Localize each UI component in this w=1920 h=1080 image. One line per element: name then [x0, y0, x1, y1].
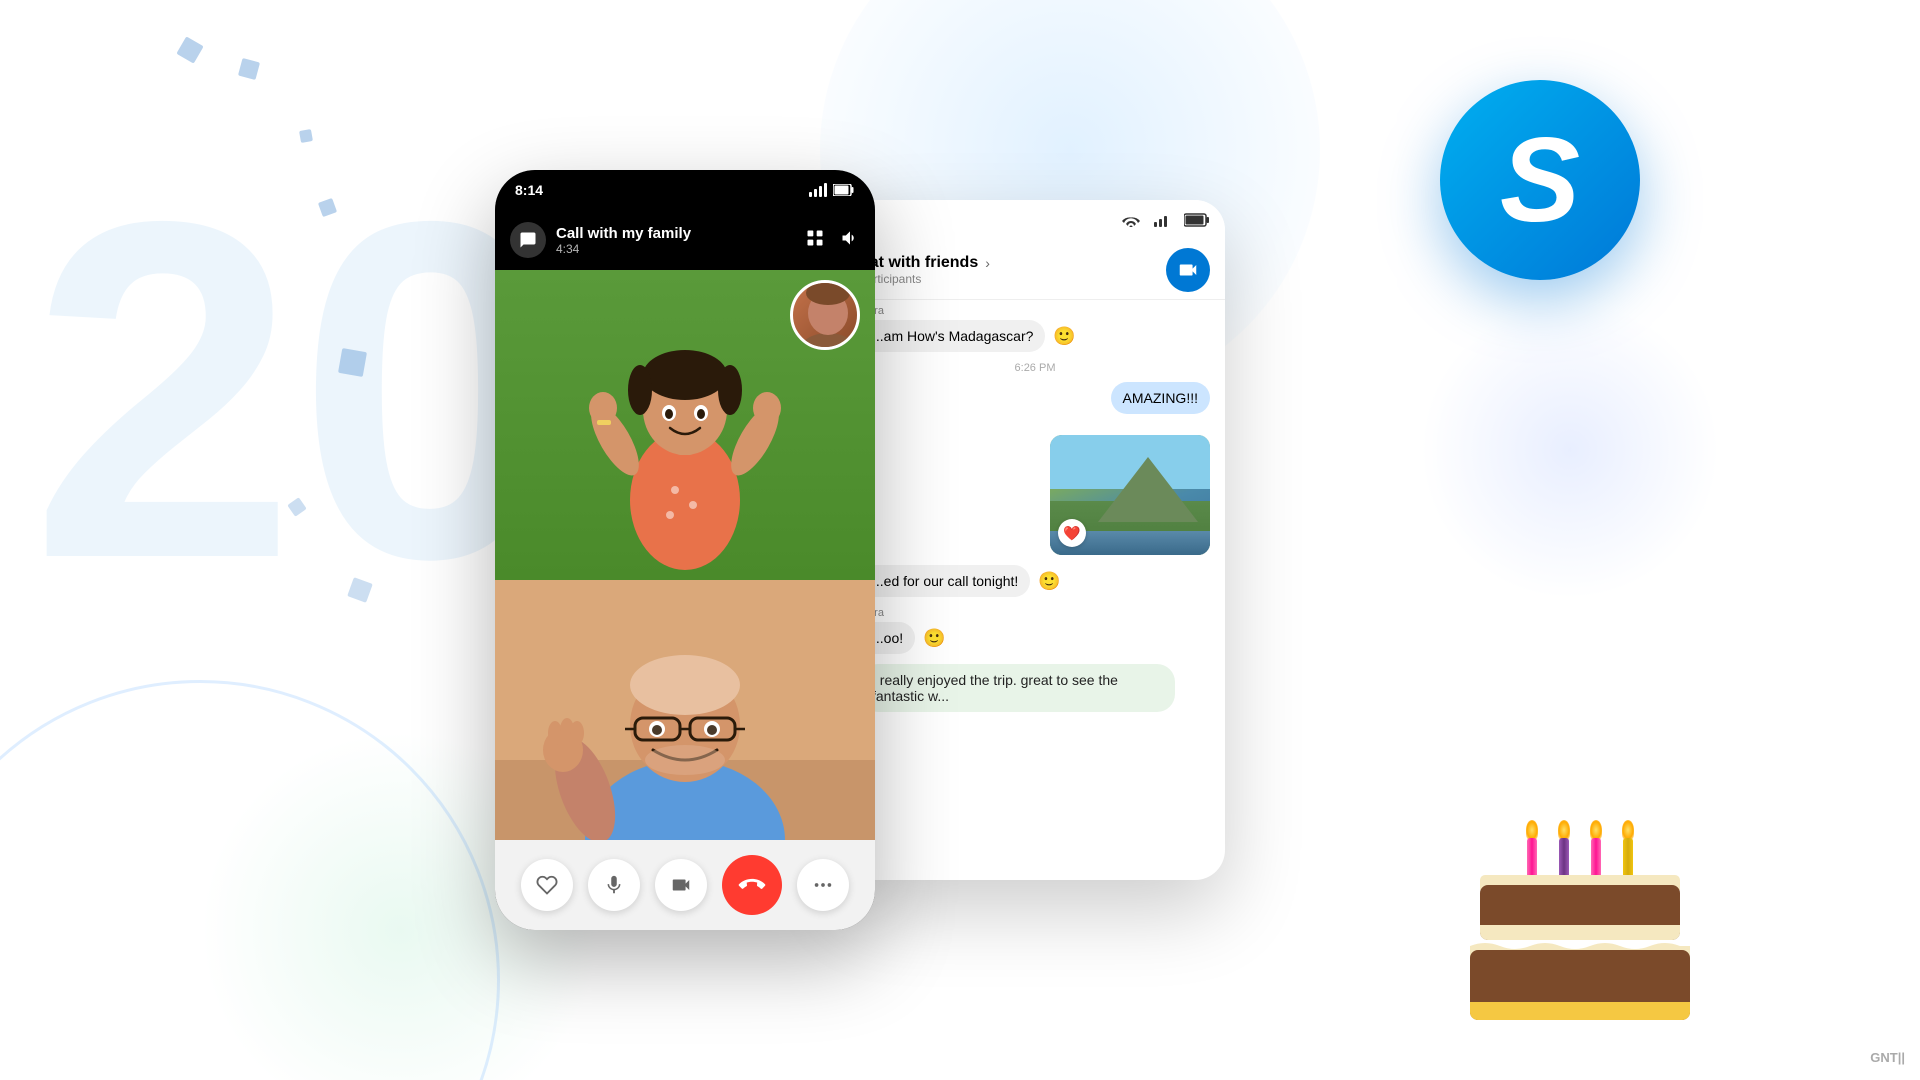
- flame-2: [1558, 820, 1570, 840]
- status-time: 8:14: [515, 182, 543, 198]
- mic-button[interactable]: [588, 859, 640, 911]
- chat-participants: participants: [860, 272, 1156, 286]
- emoji-button-2[interactable]: 🙂: [1038, 571, 1060, 592]
- video-bottom-panel: [495, 580, 875, 840]
- call-header: Call with my family 4:34: [495, 210, 875, 270]
- video-status-bar: 8:14: [495, 170, 875, 210]
- chat-status-bar: [845, 200, 1225, 240]
- phones-wrapper: 8:14: [495, 170, 1225, 930]
- message-row-2: AMAZING!!!: [860, 382, 1210, 414]
- more-button[interactable]: [797, 859, 849, 911]
- candle-4: [1622, 820, 1634, 878]
- message-row-4: ...ra ...oo! 🙂: [860, 607, 1210, 654]
- flame-4: [1622, 820, 1634, 840]
- call-info: Call with my family 4:34: [556, 225, 795, 256]
- message-row-3: ...ed for our call tonight! 🙂: [860, 565, 1210, 597]
- camera-button[interactable]: [655, 859, 707, 911]
- msg-time-1: 6:26 PM: [860, 362, 1210, 374]
- call-actions: [805, 228, 860, 253]
- grid-icon[interactable]: [805, 228, 825, 253]
- skype-logo: S: [1440, 80, 1640, 280]
- msg-bubble-amazing: AMAZING!!!: [1111, 382, 1210, 414]
- candle-2: [1558, 820, 1570, 878]
- heart-button[interactable]: [521, 859, 573, 911]
- status-icons: [809, 183, 855, 197]
- candle-body-4: [1623, 838, 1633, 878]
- candle-body-3: [1591, 838, 1601, 878]
- candle-body-1: [1527, 838, 1537, 878]
- video-call-phone: 8:14: [495, 170, 875, 930]
- candle-1: [1526, 820, 1538, 878]
- message-row-5: I really enjoyed the trip. great to see …: [860, 664, 1210, 712]
- skype-circle: S: [1440, 80, 1640, 280]
- gnt-logo: GNT||: [1870, 1050, 1905, 1065]
- small-avatar: [790, 280, 860, 350]
- msg-sender-1: ...ra: [860, 305, 1210, 317]
- signal-bars-icon: [1154, 213, 1170, 227]
- birthday-cake: [1440, 720, 1720, 1020]
- candle-3: [1590, 820, 1602, 878]
- wifi-icon: [1122, 213, 1140, 227]
- call-title: Call with my family: [556, 225, 795, 242]
- heart-reaction: ❤️: [1058, 519, 1086, 547]
- chat-header: nat with friends › participants: [845, 240, 1225, 300]
- emoji-button-1[interactable]: 🙂: [1053, 326, 1075, 347]
- message-row-1: ...ra ...am How's Madagascar? 🙂: [860, 305, 1210, 352]
- flame-1: [1526, 820, 1538, 840]
- call-duration: 4:34: [556, 242, 795, 256]
- cake-bottom-layer: [1470, 950, 1690, 1020]
- emoji-button-3[interactable]: 🙂: [923, 628, 945, 649]
- cake-top-layer: [1480, 885, 1680, 940]
- main-content: 8:14: [0, 0, 1920, 1080]
- candles-row: [1490, 820, 1670, 878]
- chat-group-name: nat with friends: [860, 254, 978, 272]
- chat-title-text: nat with friends › participants: [860, 254, 1156, 286]
- chat-messages-body: ...ra ...am How's Madagascar? 🙂 6:26 PM …: [845, 300, 1225, 880]
- msg-bubble-3: ...ed for our call tonight!: [860, 565, 1030, 597]
- msg-sender-2: ...ra: [860, 607, 1210, 619]
- flame-3: [1590, 820, 1602, 840]
- volume-icon[interactable]: [840, 228, 860, 253]
- chat-phone: nat with friends › participants ...ra: [845, 200, 1225, 880]
- battery-status-icon: [1184, 213, 1210, 227]
- message-row-image: ❤️: [860, 424, 1210, 555]
- msg-bubble-5: I really enjoyed the trip. great to see …: [860, 664, 1175, 712]
- video-chat-button[interactable]: [1166, 248, 1210, 292]
- signal-icon: [809, 183, 827, 197]
- call-controls: [495, 840, 875, 930]
- child-figure: [585, 280, 785, 570]
- elder-video: [495, 580, 875, 840]
- candle-body-2: [1559, 838, 1569, 878]
- battery-icon: [833, 184, 855, 196]
- chevron-icon: ›: [985, 255, 990, 271]
- msg-bubble-1: ...am How's Madagascar?: [860, 320, 1045, 352]
- end-call-button[interactable]: [722, 855, 782, 915]
- elder-figure: [495, 580, 875, 840]
- skype-letter: S: [1500, 111, 1580, 249]
- message-icon: [510, 222, 546, 258]
